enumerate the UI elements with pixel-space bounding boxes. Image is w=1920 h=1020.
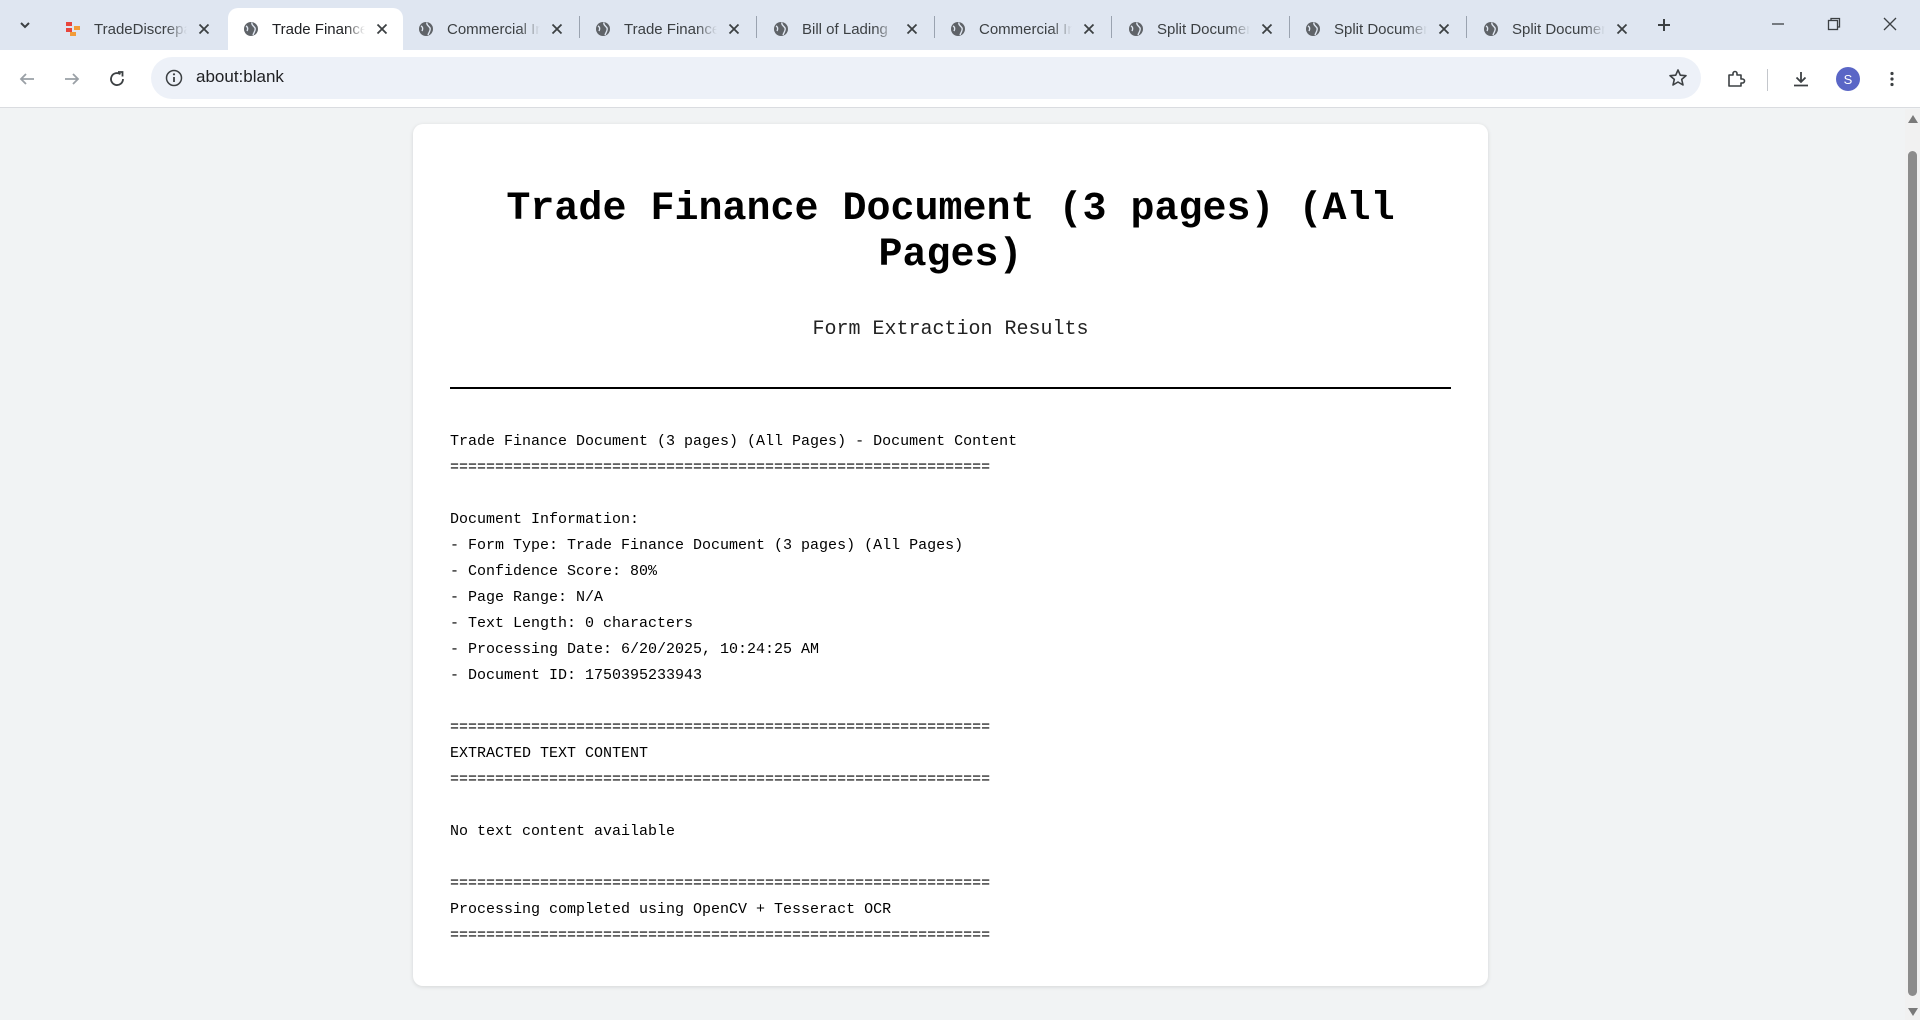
forward-button[interactable] bbox=[54, 61, 90, 97]
tab-title: Split Document bbox=[1512, 20, 1605, 38]
arrow-left-icon bbox=[19, 73, 34, 85]
tab-close-icon[interactable] bbox=[723, 18, 745, 40]
close-window-button[interactable] bbox=[1862, 0, 1918, 48]
app-logo-icon bbox=[64, 20, 82, 38]
url-text[interactable]: about:blank bbox=[196, 67, 284, 87]
site-info-icon[interactable] bbox=[161, 65, 187, 91]
reload-icon bbox=[110, 71, 124, 86]
document-line: ========================================… bbox=[450, 875, 991, 892]
globe-icon bbox=[1304, 20, 1322, 38]
document-line: - Document ID: 1750395233943 bbox=[450, 667, 703, 684]
puzzle-icon bbox=[1728, 70, 1746, 87]
back-button[interactable] bbox=[9, 61, 45, 97]
globe-icon bbox=[417, 20, 435, 38]
page-viewport: Trade Finance Document (3 pages) (All Pa… bbox=[0, 109, 1905, 1020]
scroll-up-arrow-icon[interactable] bbox=[1908, 115, 1918, 123]
tab-close-icon[interactable] bbox=[1256, 18, 1278, 40]
tab-title: Bill of Lading bbox=[802, 20, 888, 38]
globe-icon bbox=[1482, 20, 1500, 38]
tab-title: Commercial Invoice bbox=[979, 20, 1072, 38]
tab-title: TradeDiscrepancy bbox=[94, 20, 187, 38]
tab-separator bbox=[756, 16, 757, 38]
tab-title: Trade Finance Document bbox=[624, 20, 717, 38]
bookmark-star-icon[interactable] bbox=[1665, 65, 1691, 91]
globe-icon bbox=[1127, 20, 1145, 38]
document-line: - Processing Date: 6/20/2025, 10:24:25 A… bbox=[450, 641, 820, 658]
document-title: Trade Finance Document (3 pages) (All Pa… bbox=[506, 187, 1395, 278]
document-line: ========================================… bbox=[450, 771, 991, 788]
download-icon bbox=[1794, 72, 1808, 87]
title-divider bbox=[450, 387, 1451, 389]
tab-close-icon[interactable] bbox=[1433, 18, 1455, 40]
document-line: - Page Range: N/A bbox=[450, 589, 604, 606]
tab-search-button[interactable] bbox=[10, 10, 40, 40]
downloads-button[interactable] bbox=[1783, 61, 1819, 97]
tab-title: Commercial Invoice bbox=[447, 20, 540, 38]
tab-title: Trade Finance Document bbox=[272, 20, 365, 38]
toolbar-divider bbox=[1767, 69, 1768, 91]
close-icon bbox=[1883, 17, 1897, 31]
document-subtitle: Form Extraction Results bbox=[812, 318, 1089, 341]
new-tab-button[interactable] bbox=[1649, 10, 1679, 40]
tab-close-icon[interactable] bbox=[371, 18, 393, 40]
globe-icon bbox=[772, 20, 790, 38]
browser-tab[interactable]: Trade Finance Document bbox=[228, 8, 403, 50]
restore-icon bbox=[1827, 17, 1841, 31]
browser-tab[interactable]: Commercial Invoice bbox=[403, 8, 578, 50]
document-line: EXTRACTED TEXT CONTENT bbox=[450, 745, 649, 762]
browser-tab[interactable]: Split Document bbox=[1113, 8, 1288, 50]
tab-close-icon[interactable] bbox=[546, 18, 568, 40]
menu-button[interactable] bbox=[1874, 61, 1910, 97]
tab-close-icon[interactable] bbox=[1611, 18, 1633, 40]
globe-icon bbox=[594, 20, 612, 38]
document-line: ========================================… bbox=[450, 459, 991, 476]
document-line: Document Information: bbox=[450, 511, 640, 528]
browser-tab[interactable]: Split Document bbox=[1290, 8, 1465, 50]
reload-button[interactable] bbox=[99, 61, 135, 97]
restore-button[interactable] bbox=[1806, 0, 1862, 48]
tab-title: Split Document bbox=[1334, 20, 1427, 38]
address-bar[interactable]: about:blank bbox=[151, 57, 1701, 99]
document-line: - Confidence Score: 80% bbox=[450, 563, 658, 580]
scroll-down-arrow-icon[interactable] bbox=[1908, 1008, 1918, 1016]
minimize-button[interactable] bbox=[1750, 0, 1806, 48]
tab-title: Split Document bbox=[1157, 20, 1250, 38]
browser-tab[interactable]: TradeDiscrepancy bbox=[50, 8, 225, 50]
browser-tab[interactable]: Bill of Lading bbox=[758, 8, 933, 50]
globe-icon bbox=[949, 20, 967, 38]
tab-separator bbox=[1111, 16, 1112, 38]
document-line: ========================================… bbox=[450, 719, 991, 736]
document-line: Processing completed using OpenCV + Tess… bbox=[450, 901, 892, 918]
extensions-button[interactable] bbox=[1718, 61, 1754, 97]
browser-tab[interactable]: Trade Finance Document bbox=[580, 8, 755, 50]
profile-avatar[interactable]: S bbox=[1836, 67, 1860, 91]
vertical-scrollbar[interactable] bbox=[1905, 109, 1920, 1020]
kebab-menu-icon bbox=[1890, 71, 1894, 87]
browser-toolbar: about:blank S bbox=[0, 50, 1920, 108]
document-card: Trade Finance Document (3 pages) (All Pa… bbox=[413, 124, 1488, 986]
document-line: No text content available bbox=[450, 823, 676, 840]
arrow-right-icon bbox=[65, 73, 80, 85]
scrollbar-thumb[interactable] bbox=[1908, 151, 1917, 996]
tab-close-icon[interactable] bbox=[193, 18, 215, 40]
chevron-down-icon bbox=[20, 22, 30, 29]
tab-close-icon[interactable] bbox=[1078, 18, 1100, 40]
document-content: Trade Finance Document (3 pages) (All Pa… bbox=[450, 429, 1451, 949]
tab-strip: TradeDiscrepancy Trade Finance Document Co… bbox=[0, 0, 1920, 50]
tab-close-icon[interactable] bbox=[901, 18, 923, 40]
document-line: - Text Length: 0 characters bbox=[450, 615, 694, 632]
document-line: - Form Type: Trade Finance Document (3 p… bbox=[450, 537, 964, 554]
document-line: Trade Finance Document (3 pages) (All Pa… bbox=[450, 433, 1018, 450]
browser-tab[interactable]: Split Document bbox=[1468, 8, 1643, 50]
document-line: ========================================… bbox=[450, 927, 991, 944]
minimize-icon bbox=[1772, 23, 1784, 25]
plus-icon bbox=[1658, 19, 1670, 31]
tab-separator bbox=[1466, 16, 1467, 38]
globe-icon bbox=[242, 20, 260, 38]
browser-tab[interactable]: Commercial Invoice bbox=[935, 8, 1110, 50]
